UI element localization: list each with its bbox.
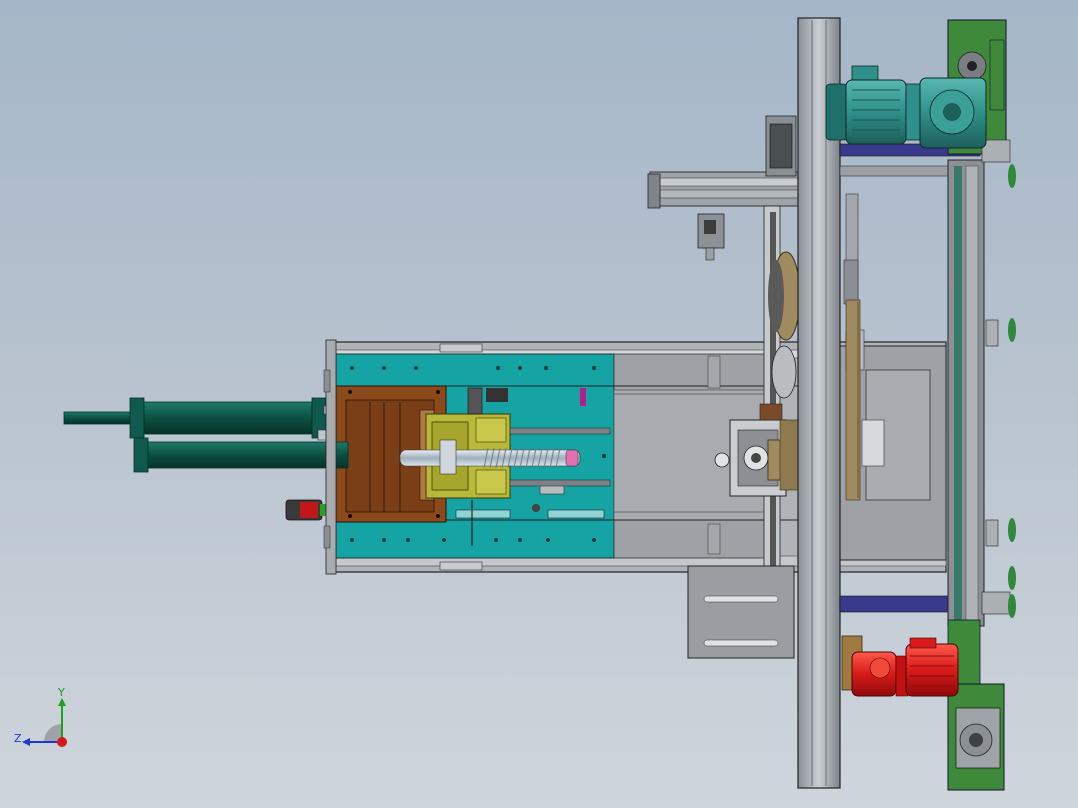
sensor-clamp [697,213,725,261]
cad-assembly-model[interactable] [0,0,1078,808]
y-axis-label: Y [57,686,65,699]
cad-viewport[interactable]: Y Z [0,0,1078,808]
gearbox-housing [839,193,947,561]
upper-arm-beam [647,115,801,209]
side-bracket-left [323,339,337,575]
base-plate [687,565,795,659]
indicator-light [285,499,328,521]
z-axis-arrow [22,738,30,746]
x-axis-dot [57,737,67,747]
axis-triad: Y Z [14,686,67,747]
gear-motor-bottom [841,635,959,697]
pneumatic-cylinder-upper [63,397,335,439]
z-axis-label: Z [14,732,22,745]
gear-motor-top [825,65,987,149]
y-axis-arrow [58,698,66,706]
